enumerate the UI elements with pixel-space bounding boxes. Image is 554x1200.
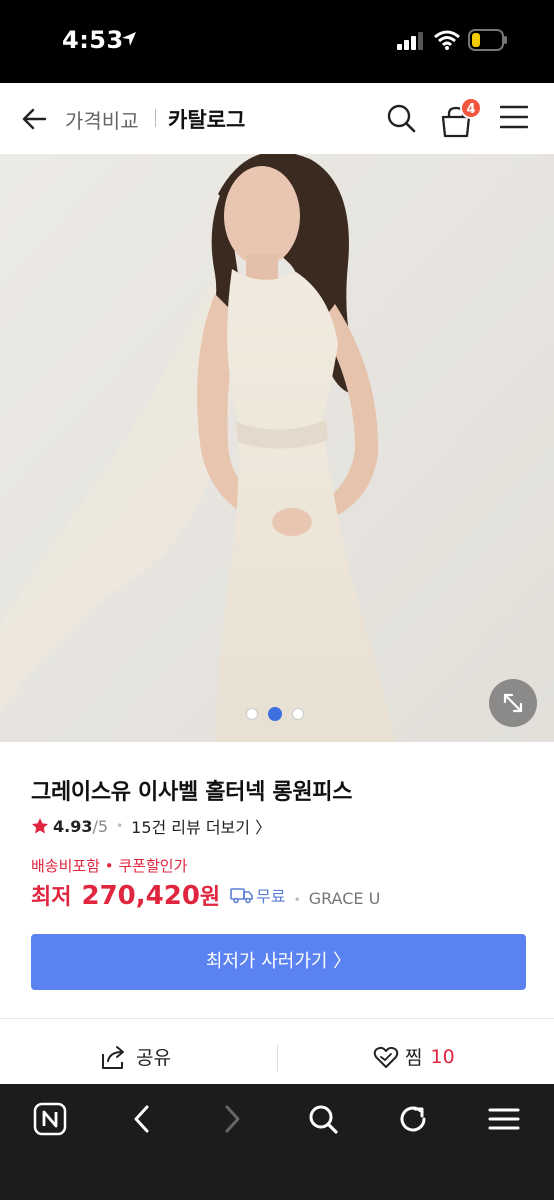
seller-name[interactable]: GRACE U (309, 889, 381, 908)
reload-icon[interactable] (398, 1102, 430, 1136)
status-time: 4:53 (62, 26, 124, 54)
cellular-signal-icon (397, 32, 423, 50)
shipping-label: 무료 (256, 887, 286, 906)
share-button[interactable]: 공유 (100, 1043, 171, 1070)
expand-arrows-icon (503, 693, 523, 713)
price-row: 최저 270,420 원 무료 • GRACE U (31, 879, 380, 911)
back-arrow-icon[interactable] (20, 105, 48, 133)
review-link[interactable]: 15건 리뷰 더보기 〉 (131, 814, 271, 838)
rating-row: 4.93 /5 • 15건 리뷰 더보기 〉 (31, 814, 271, 838)
rating-max: /5 (92, 816, 109, 836)
breadcrumb-divider (155, 109, 156, 127)
gallery-dot[interactable] (292, 708, 304, 720)
price-label: 최저 (31, 885, 72, 910)
gallery-dot[interactable] (246, 708, 258, 720)
gallery-dot-active[interactable] (268, 707, 282, 721)
truck-icon (230, 888, 253, 904)
price-unit: 원 (199, 885, 221, 910)
wishlist-label: 찜 (405, 1047, 423, 1069)
heart-icon (373, 1046, 399, 1068)
rating-divider: • (116, 819, 124, 833)
product-info: 그레이스유 이사벨 홀터넥 롱원피스 4.93 /5 • 15건 리뷰 더보기 … (0, 742, 554, 1018)
naver-home-icon[interactable] (33, 1102, 67, 1136)
action-row: 공유 찜 10 (0, 1019, 554, 1084)
cart-button[interactable]: 4 (440, 97, 482, 138)
battery-icon (468, 29, 507, 51)
share-icon (102, 1045, 124, 1069)
back-arrow-icon[interactable] (128, 1102, 156, 1136)
expand-image-button[interactable] (489, 679, 537, 727)
cart-count-badge: 4 (460, 97, 482, 119)
menu-icon[interactable] (487, 1102, 521, 1136)
search-icon[interactable] (307, 1102, 339, 1136)
wishlist-count: 10 (430, 1045, 455, 1068)
price-value: 270,420 (81, 881, 200, 911)
action-divider (277, 1045, 278, 1071)
benefit-text: 배송비포함 • 쿠폰할인가 (31, 857, 188, 875)
share-label: 공유 (136, 1047, 171, 1069)
wifi-icon (434, 30, 460, 50)
search-icon[interactable] (386, 103, 416, 133)
buy-lowest-price-button[interactable]: 최저가 사러가기 〉 (31, 934, 526, 990)
gallery-indicator (246, 707, 304, 721)
product-name: 그레이스유 이사벨 홀터넥 롱원피스 (31, 780, 353, 805)
wishlist-button[interactable]: 찜 10 (373, 1043, 455, 1070)
page-title: 카탈로그 (168, 108, 246, 132)
status-bar: 4:53 (0, 0, 554, 83)
seller-divider: • (293, 893, 301, 907)
dress-photo (0, 154, 554, 742)
star-icon (32, 818, 48, 834)
hamburger-menu-icon[interactable] (500, 105, 528, 129)
shipping-info: 무료 (230, 883, 286, 907)
app-header: 가격비교 카탈로그 4 (0, 83, 554, 154)
rating-value: 4.93 (53, 816, 93, 836)
product-image[interactable] (0, 154, 554, 742)
breadcrumb-price-compare[interactable]: 가격비교 (65, 105, 139, 134)
location-arrow-icon (122, 32, 136, 46)
forward-arrow-icon[interactable] (218, 1102, 246, 1136)
browser-toolbar (0, 1084, 554, 1200)
